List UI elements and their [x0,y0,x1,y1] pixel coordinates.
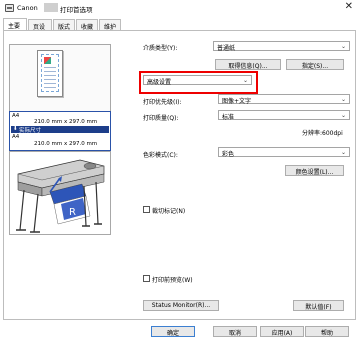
paper-size-b: A4 [12,134,20,140]
tab-bar: 主要 页设置 版式 收藏 维护 [0,18,359,40]
redacted-model-name [44,3,58,12]
printer-illustration: R [9,151,111,235]
tab-maintenance[interactable]: 维护 [99,19,121,31]
chevron-down-icon: ⌄ [340,96,346,103]
print-priority-label: 打印优先级(I): [143,99,182,106]
paper-info-box: A4 210.0 mm x 297.0 mm ⬇ 实际尺寸 A4 210.0 m… [9,111,111,151]
tab-main[interactable]: 主要 [3,18,27,30]
tab-layout[interactable]: 版式 [53,19,75,31]
actual-size-label: 实际尺寸 [19,128,42,134]
color-mode-value: 彩色 [222,151,235,158]
text-line [44,75,56,76]
media-type-label: 介质类型(Y): [143,45,178,52]
preview-before-print-label: 打印前预览(W) [152,277,193,284]
text-line [44,87,56,88]
resolution-text: 分辨率:600dpi [302,130,343,137]
print-quality-select[interactable]: 标准 ⌄ [218,110,350,121]
text-line [44,71,56,72]
large-format-printer-icon: R [16,159,105,233]
print-quality-label: 打印质量(Q): [143,115,179,122]
print-quality-value: 标准 [222,114,235,121]
defaults-button[interactable]: 默认值(F) [293,300,344,311]
paper-thumbnail [37,50,63,97]
svg-text:R: R [69,207,76,218]
print-priority-select[interactable]: 图像+文字 ⌄ [218,94,350,105]
text-line [44,83,56,84]
red-highlight-annotation [139,71,258,94]
paper-size-a: A4 [12,113,20,119]
close-icon[interactable]: ✕ [345,1,353,12]
color-mode-label: 色彩模式(C): [143,152,178,159]
specify-button[interactable]: 指定(S)... [286,59,344,70]
preview-before-print-checkbox[interactable] [143,275,150,282]
print-priority-value: 图像+文字 [222,98,252,105]
help-button[interactable]: 帮助 [305,326,349,337]
paper-dims-b: 210.0 mm x 297.0 mm [34,141,98,147]
title-bar: Canon 打印首选项 ✕ [0,0,359,16]
actual-size-row: ⬇ 实际尺寸 [11,126,109,134]
apply-button[interactable]: 应用(A) [260,326,304,337]
status-monitor-button[interactable]: Status Monitor(R)... [143,300,219,311]
printer-app-icon [5,4,14,12]
cancel-button[interactable]: 取消 [213,326,257,337]
paper-dims-a: 210.0 mm x 297.0 mm [34,119,98,125]
color-settings-button[interactable]: 颜色设置(L)... [285,165,344,176]
media-type-value: 普通纸 [217,45,236,52]
tab-favorites[interactable]: 收藏 [76,19,98,31]
ok-button[interactable]: 确定 [151,326,195,337]
text-line [44,67,56,68]
window-title-prefix: Canon [17,4,38,12]
window-title-suffix: 打印首选项 [60,6,93,14]
down-arrow-icon: ⬇ [13,126,18,132]
media-type-select[interactable]: 普通纸 ⌄ [213,41,350,52]
tab-page-setup[interactable]: 页设置 [28,19,52,40]
chevron-down-icon: ⌄ [340,149,346,156]
chevron-down-icon: ⌄ [340,112,346,119]
text-line [44,79,56,80]
crop-marks-checkbox[interactable] [143,206,150,213]
chevron-down-icon: ⌄ [340,43,346,50]
get-info-button[interactable]: 取得信息(Q)... [215,59,281,70]
image-placeholder-icon [44,57,51,64]
color-mode-select[interactable]: 彩色 ⌄ [218,147,350,158]
crop-marks-label: 裁切标记(N) [152,208,186,215]
